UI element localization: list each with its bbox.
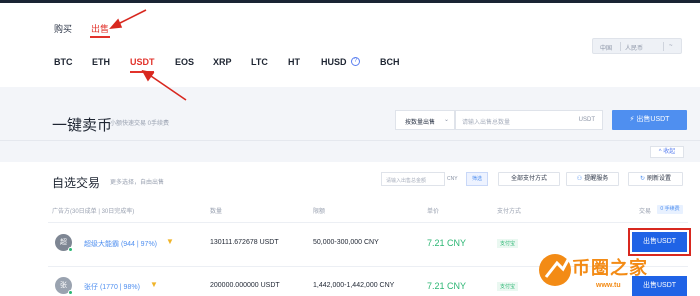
medal-icon: ▼ xyxy=(166,237,174,246)
locale-selector[interactable]: 中国 人民币 ~ xyxy=(592,38,682,54)
chevron-down-icon: ⌄ xyxy=(443,117,449,123)
amount-filter-currency: CNY xyxy=(447,176,458,182)
table-row-divider xyxy=(48,222,688,223)
locale-divider xyxy=(620,42,621,51)
quick-sell-button[interactable]: ⚡︎ 出售USDT xyxy=(612,110,687,130)
coin-tab-usdt-underline xyxy=(130,71,154,73)
refresh-icon: ↻ xyxy=(639,176,645,182)
row-limit: 50,000-300,000 CNY xyxy=(313,239,379,246)
row-quantity: 130111.672678 USDT xyxy=(210,239,279,246)
watermark-url: www.tu xyxy=(596,282,621,289)
coin-tab-eos[interactable]: EOS xyxy=(175,57,194,67)
refresh-settings-label: 刷新设置 xyxy=(647,176,672,182)
payment-method-filter[interactable]: 全部支付方式 xyxy=(498,172,560,186)
filter-button[interactable]: 筛选 xyxy=(466,172,488,186)
coin-tab-bch[interactable]: BCH xyxy=(380,57,400,67)
market-title: 自选交易 xyxy=(52,176,101,190)
sell-amount-unit: USDT xyxy=(578,117,595,123)
alipay-badge: 支付宝 xyxy=(497,239,519,248)
coin-tab-eth[interactable]: ETH xyxy=(92,57,110,67)
merchant-name-link[interactable]: 张仔 (1770 | 98%) xyxy=(84,282,140,292)
alipay-badge: 支付宝 xyxy=(497,282,519,291)
row-quantity: 200000.000000 USDT xyxy=(210,282,280,289)
locale-more[interactable]: ~ xyxy=(669,43,673,49)
col-quantity: 数量 xyxy=(210,209,223,215)
sell-amount-placeholder: 请输入出售总数量 xyxy=(462,120,511,126)
quick-sell-button-label: 出售USDT xyxy=(636,116,670,123)
col-payment: 支付方式 xyxy=(497,209,522,215)
alert-service-label: 提醒服务 xyxy=(584,176,609,182)
alert-service-button[interactable]: ⚇ 提醒服务 xyxy=(566,172,619,186)
section-divider xyxy=(0,140,700,141)
coin-tab-usdt[interactable]: USDT xyxy=(130,57,155,67)
locale-divider xyxy=(663,42,664,51)
bell-icon: ⚇ xyxy=(576,176,583,182)
quick-sell-title: 一键卖币 xyxy=(52,117,113,134)
refresh-settings-button[interactable]: ↻ 刷新设置 xyxy=(628,172,683,186)
info-icon[interactable]: ? xyxy=(351,57,360,66)
sell-amount-input[interactable]: 请输入出售总数量 USDT xyxy=(455,110,603,130)
payment-method-label: 全部支付方式 xyxy=(510,176,547,182)
col-price: 单价 xyxy=(427,209,440,215)
coin-tab-xrp[interactable]: XRP xyxy=(213,57,232,67)
coin-tab-btc[interactable]: BTC xyxy=(54,57,73,67)
row-price: 7.21 CNY xyxy=(427,281,467,291)
medal-icon: ▼ xyxy=(150,280,158,289)
sell-mode-select[interactable]: 按数量出售 ⌄ xyxy=(395,110,455,130)
online-status-dot xyxy=(68,290,73,295)
zero-fee-badge: 0 手续费 xyxy=(657,205,683,214)
lightning-icon: ⚡︎ xyxy=(629,116,635,123)
col-limit: 限额 xyxy=(313,209,326,215)
tab-buy[interactable]: 购买 xyxy=(54,22,72,35)
tab-sell-underline xyxy=(90,36,110,38)
coin-tab-husd[interactable]: HUSD xyxy=(321,57,347,67)
sell-mode-value: 按数量出售 xyxy=(405,120,436,126)
locale-currency[interactable]: 人民币 xyxy=(625,43,643,52)
merchant-name-link[interactable]: 超级大能霸 (944 | 97%) xyxy=(84,239,157,249)
collapse-button[interactable]: ^ 收起 xyxy=(650,146,684,158)
row-price: 7.21 CNY xyxy=(427,238,467,248)
amount-filter-input[interactable]: 请输入出售总金额 xyxy=(381,172,445,186)
quick-sell-hint: 小额快速交易 0手续费 xyxy=(110,121,170,127)
online-status-dot xyxy=(68,247,73,252)
market-hint: 更多选择，自由出售 xyxy=(110,180,165,186)
row-limit: 1,442,000-1,442,000 CNY xyxy=(313,282,395,289)
col-trade: 交易 xyxy=(639,209,652,215)
coin-tab-ht[interactable]: HT xyxy=(288,57,300,67)
watermark-text: 币圈之家 xyxy=(572,258,648,279)
col-merchant: 广告方(30日成单 | 30日完成率) xyxy=(52,209,135,215)
coin-tab-ltc[interactable]: LTC xyxy=(251,57,268,67)
locale-language[interactable]: 中国 xyxy=(600,43,612,52)
tab-sell[interactable]: 出售 xyxy=(91,22,109,35)
